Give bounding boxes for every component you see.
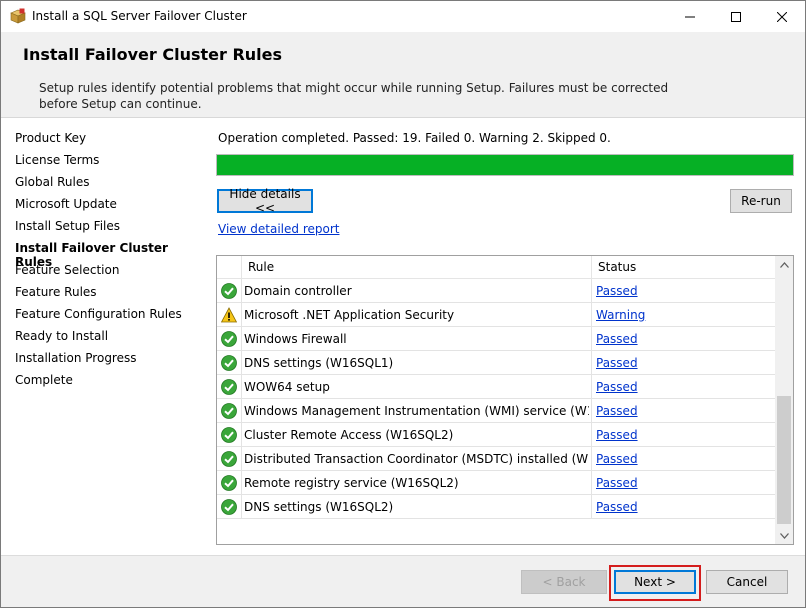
column-divider [591,351,592,375]
step-navigation: Product Key License Terms Global Rules M… [1,119,201,555]
table-header: Rule Status [217,256,775,279]
rule-name: Microsoft .NET Application Security [244,308,455,322]
page-description: Setup rules identify potential problems … [39,81,669,111]
check-icon [217,327,242,351]
table-row[interactable]: Cluster Remote Access (W16SQL2) Passed [217,423,775,447]
rule-name: Windows Management Instrumentation (WMI)… [244,404,589,418]
column-header-status[interactable]: Status [598,260,636,274]
maximize-button[interactable] [713,1,759,32]
progress-fill [217,155,793,175]
nav-item-install-setup-files[interactable]: Install Setup Files [15,219,120,233]
page-header: Install Failover Cluster Rules Setup rul… [1,32,805,118]
table-row[interactable]: WOW64 setup Passed [217,375,775,399]
nav-item-global-rules[interactable]: Global Rules [15,175,89,189]
column-header-rule[interactable]: Rule [248,260,274,274]
status-link[interactable]: Passed [596,284,638,298]
status-link[interactable]: Passed [596,404,638,418]
check-icon [217,471,242,495]
scroll-thumb[interactable] [777,396,791,524]
chevron-up-icon [779,261,789,268]
rule-name: WOW64 setup [244,380,330,394]
table-row[interactable]: Distributed Transaction Coordinator (MSD… [217,447,775,471]
check-icon [217,495,242,519]
column-divider [591,399,592,423]
column-divider [591,303,592,327]
rule-name: Remote registry service (W16SQL2) [244,476,459,490]
table-row[interactable]: Remote registry service (W16SQL2) Passed [217,471,775,495]
cancel-button[interactable]: Cancel [706,570,788,594]
check-icon [217,375,242,399]
table-row[interactable]: Domain controller Passed [217,279,775,303]
rules-content: Operation completed. Passed: 19. Failed … [201,119,805,555]
close-icon [777,11,787,22]
table-row[interactable]: DNS settings (W16SQL2) Passed [217,495,775,519]
status-link[interactable]: Passed [596,500,638,514]
column-divider [591,447,592,471]
column-divider [591,327,592,351]
table-scrollbar[interactable] [775,256,793,544]
table-row[interactable]: Microsoft .NET Application Security Warn… [217,303,775,327]
nav-item-feature-configuration-rules[interactable]: Feature Configuration Rules [15,307,182,321]
close-button[interactable] [759,1,805,32]
nav-item-installation-progress[interactable]: Installation Progress [15,351,137,365]
rule-name: Windows Firewall [244,332,347,346]
minimize-button[interactable] [667,1,713,32]
column-divider [591,375,592,399]
header-icon-column [217,256,242,279]
nav-item-microsoft-update[interactable]: Microsoft Update [15,197,117,211]
hide-details-button[interactable]: Hide details << [217,187,313,215]
status-link[interactable]: Passed [596,356,638,370]
status-link[interactable]: Passed [596,452,638,466]
check-icon [217,279,242,303]
column-divider [591,279,592,303]
check-icon [217,447,242,471]
nav-item-complete[interactable]: Complete [15,373,73,387]
page-title: Install Failover Cluster Rules [23,45,283,64]
column-divider [591,471,592,495]
nav-item-feature-rules[interactable]: Feature Rules [15,285,97,299]
column-divider [591,423,592,447]
check-icon [217,399,242,423]
table-row[interactable]: Windows Firewall Passed [217,327,775,351]
nav-item-feature-selection[interactable]: Feature Selection [15,263,119,277]
wizard-footer: < Back Next > Cancel [1,555,805,607]
scroll-down-button[interactable] [775,527,793,544]
rule-name: Distributed Transaction Coordinator (MSD… [244,452,589,466]
status-link[interactable]: Passed [596,476,638,490]
column-divider [591,495,592,519]
rule-name: DNS settings (W16SQL2) [244,500,394,514]
status-link[interactable]: Warning [596,308,645,322]
chevron-down-icon [779,532,789,539]
warning-icon [217,303,242,327]
rule-name: Cluster Remote Access (W16SQL2) [244,428,454,442]
status-link[interactable]: Passed [596,428,638,442]
scroll-up-button[interactable] [775,256,793,273]
table-row[interactable]: Windows Management Instrumentation (WMI)… [217,399,775,423]
minimize-icon [685,16,695,17]
title-bar: Install a SQL Server Failover Cluster [1,1,805,32]
rule-name: Domain controller [244,284,352,298]
nav-item-ready-to-install[interactable]: Ready to Install [15,329,108,343]
table-row[interactable]: DNS settings (W16SQL1) Passed [217,351,775,375]
maximize-icon [731,11,741,22]
status-link[interactable]: Passed [596,332,638,346]
back-button[interactable]: < Back [521,570,607,594]
rules-table: Rule Status Domain controller Passed Mic… [216,255,794,545]
progress-bar [216,154,794,176]
view-detailed-report-link[interactable]: View detailed report [218,222,339,236]
nav-item-product-key[interactable]: Product Key [15,131,86,145]
check-icon [217,423,242,447]
rerun-button[interactable]: Re-run [730,189,792,213]
sql-setup-box-icon [10,8,26,24]
column-divider [591,256,592,279]
rule-name: DNS settings (W16SQL1) [244,356,394,370]
next-button[interactable]: Next > [614,570,696,594]
status-link[interactable]: Passed [596,380,638,394]
operation-status: Operation completed. Passed: 19. Failed … [218,131,611,145]
nav-item-license-terms[interactable]: License Terms [15,153,99,167]
window-title: Install a SQL Server Failover Cluster [32,9,247,23]
setup-window: Install a SQL Server Failover Cluster In… [0,0,806,608]
check-icon [217,351,242,375]
